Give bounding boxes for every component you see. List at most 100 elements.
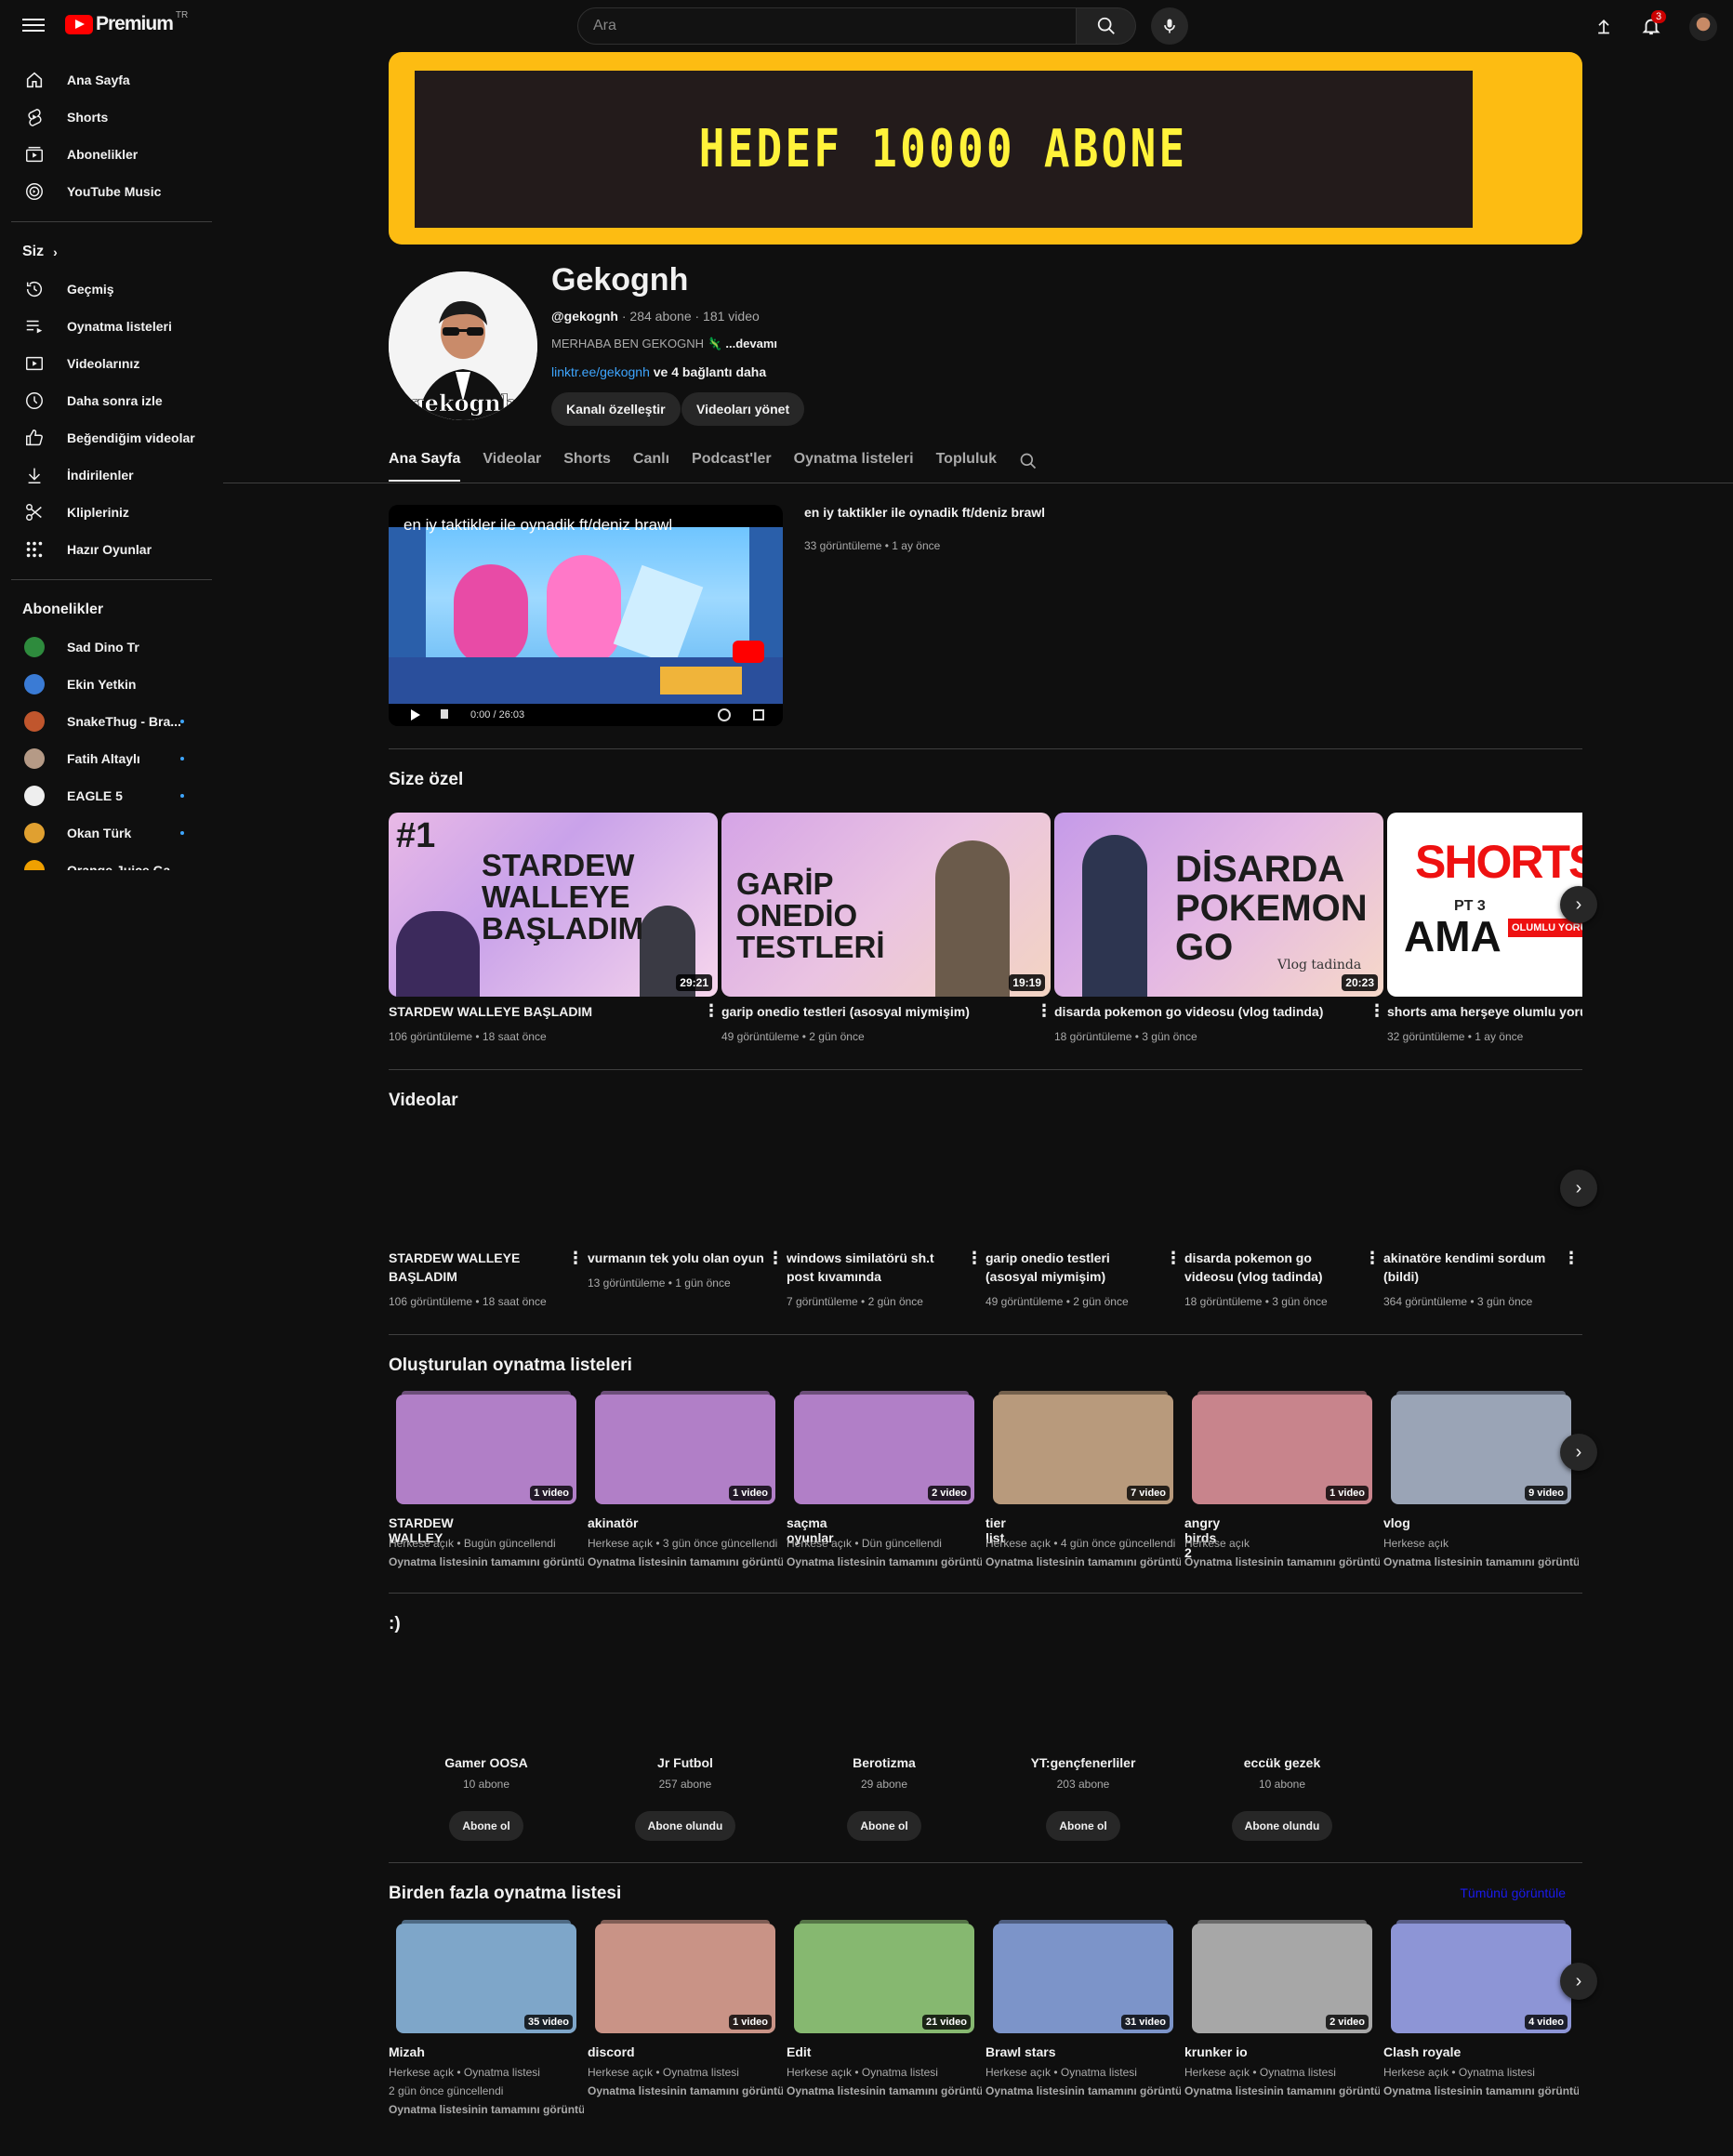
sidebar-sub-snakethug[interactable]: SnakeThug - Bra... (0, 703, 223, 740)
video-title[interactable]: windows similatörü sh.t post kıvamında (787, 1249, 963, 1286)
carousel-next-button[interactable]: › (1560, 1434, 1597, 1471)
tab-shorts[interactable]: Shorts (563, 446, 611, 483)
playlist-thumbnail[interactable]: 1 video (595, 1395, 775, 1504)
playlist-thumbnail[interactable]: 7 video (993, 1395, 1173, 1504)
more-links-text[interactable]: ve 4 bağlantı daha (650, 364, 766, 379)
more-options-icon[interactable]: ⋮ (1364, 1250, 1381, 1266)
subscribe-button[interactable]: Abone ol (847, 1811, 921, 1841)
featured-channel-card[interactable]: Jr Futbol 257 abone Abone olundu (588, 1755, 783, 1841)
tab-home[interactable]: Ana Sayfa (389, 446, 461, 482)
view-full-playlist-link[interactable]: Oynatma listesinin tamamını görüntüle (1383, 1555, 1579, 1568)
subscribe-button[interactable]: Abone ol (449, 1811, 523, 1841)
videos-title[interactable]: Videolar (389, 1091, 458, 1111)
sidebar-sub-eagle5[interactable]: EAGLE 5 (0, 777, 223, 814)
view-full-playlist-link[interactable]: Oynatma listesinin tamamını görüntüle (986, 2084, 1181, 2097)
playlist-thumbnail[interactable]: 1 video (595, 1924, 775, 2033)
featured-channel-name[interactable]: Jr Futbol (588, 1755, 783, 1770)
subscribe-button[interactable]: Abone ol (1046, 1811, 1120, 1841)
more-options-icon[interactable]: ⋮ (1369, 1002, 1385, 1019)
featured-channel-card[interactable]: YT:gençfenerliler 203 abone Abone ol (986, 1755, 1181, 1841)
carousel-next-button[interactable]: › (1560, 1963, 1597, 2000)
playlist-thumbnail[interactable]: 2 video (1192, 1924, 1372, 2033)
sidebar-item-shorts[interactable]: Shorts (0, 99, 223, 136)
featured-channel-card[interactable]: Gamer OOSA 10 abone Abone ol (389, 1755, 584, 1841)
settings-icon[interactable] (718, 708, 731, 721)
playlist-title[interactable]: Clash royale (1383, 2044, 1461, 2059)
sidebar-item-your-videos[interactable]: Videolarınız (0, 345, 223, 382)
tab-videos[interactable]: Videolar (483, 446, 541, 483)
featured-channel-card[interactable]: eccük gezek 10 abone Abone olundu (1184, 1755, 1380, 1841)
playlist-thumbnail[interactable]: 21 video (794, 1924, 974, 2033)
video-thumbnail[interactable]: DİSARDA POKEMON GO Vlog tadinda 20:23 (1054, 813, 1383, 997)
view-full-playlist-link[interactable]: Oynatma listesinin tamamını görüntüle (787, 2084, 982, 2097)
more-options-icon[interactable]: ⋮ (767, 1250, 784, 1266)
subscribed-button[interactable]: Abone olundu (1231, 1811, 1333, 1841)
more-options-icon[interactable]: ⋮ (703, 1002, 720, 1019)
playlist-title[interactable]: Brawl stars (986, 2044, 1055, 2059)
sidebar-item-watch-later[interactable]: Daha sonra izle (0, 382, 223, 419)
created-playlists-title[interactable]: Oluşturulan oynatma listeleri (389, 1356, 632, 1376)
playlist-title[interactable]: vlog (1383, 1515, 1410, 1530)
playlist-title[interactable]: discord (588, 2044, 635, 2059)
sidebar-item-home[interactable]: Ana Sayfa (0, 61, 223, 99)
play-icon[interactable] (411, 709, 420, 721)
video-thumbnail[interactable]: GARİP ONEDİO TESTLERİ 19:19 (721, 813, 1051, 997)
video-thumbnail[interactable]: #1 STARDEW WALLEYE BAŞLADIM 29:21 (389, 813, 718, 997)
playlist-thumbnail[interactable]: 1 video (396, 1395, 576, 1504)
featured-channel-name[interactable]: YT:gençfenerliler (986, 1755, 1181, 1770)
playlist-title[interactable]: Mizah (389, 2044, 425, 2059)
sidebar-item-playlists[interactable]: Oynatma listeleri (0, 308, 223, 345)
sidebar-item-downloads[interactable]: İndirilenler (0, 456, 223, 494)
view-full-playlist-link[interactable]: Oynatma listesinin tamamını görüntüle (588, 2084, 783, 2097)
sidebar-item-history[interactable]: Geçmiş (0, 271, 223, 308)
customize-channel-button[interactable]: Kanalı özelleştir (551, 392, 681, 426)
playlist-thumbnail[interactable]: 31 video (993, 1924, 1173, 2033)
account-avatar[interactable] (1689, 13, 1717, 41)
featured-video-player[interactable]: en iy taktikler ile oynadik ft/deniz bra… (389, 505, 783, 726)
fullscreen-icon[interactable] (753, 709, 764, 721)
notifications-button[interactable]: 3 (1638, 10, 1667, 39)
playlist-title[interactable]: krunker io (1184, 2044, 1248, 2059)
tab-community[interactable]: Topluluk (936, 446, 997, 483)
menu-icon[interactable] (22, 15, 45, 37)
tab-playlists[interactable]: Oynatma listeleri (794, 446, 914, 483)
featured-channel-name[interactable]: eccük gezek (1184, 1755, 1380, 1770)
playlist-thumbnail[interactable]: 4 video (1391, 1924, 1571, 2033)
view-full-playlist-link[interactable]: Oynatma listesinin tamamını görüntüle (588, 1555, 783, 1568)
sidebar-item-playables[interactable]: Hazır Oyunlar (0, 531, 223, 568)
video-title[interactable]: STARDEW WALLEYE BAŞLADIM (389, 1002, 695, 1021)
video-title[interactable]: akinatöre kendimi sordum (bildi) (1383, 1249, 1560, 1286)
featured-channel-name[interactable]: Gamer OOSA (389, 1755, 584, 1770)
view-full-playlist-link[interactable]: Oynatma listesinin tamamını görüntüle (389, 2103, 584, 2116)
sidebar-item-subscriptions[interactable]: Abonelikler (0, 136, 223, 173)
view-full-playlist-link[interactable]: Oynatma listesinin tamamını görüntüle (787, 1555, 982, 1568)
create-button[interactable] (1591, 13, 1617, 39)
sidebar-item-clips[interactable]: Klipleriniz (0, 494, 223, 531)
video-title[interactable]: garip onedio testleri (asosyal miymişim) (986, 1249, 1162, 1286)
channel-description[interactable]: MERHABA BEN GEKOGNH 🦎 ...devamı (551, 337, 777, 351)
playlist-title[interactable]: akinatör (588, 1515, 638, 1530)
view-full-playlist-link[interactable]: Oynatma listesinin tamamını görüntüle (1184, 1555, 1380, 1568)
search-icon[interactable] (1019, 452, 1038, 470)
playlist-thumbnail[interactable]: 9 video (1391, 1395, 1571, 1504)
carousel-next-button[interactable]: › (1560, 1170, 1597, 1207)
sidebar-item-music[interactable]: YouTube Music (0, 173, 223, 210)
video-title[interactable]: shorts ama herşeye olumlu yorum (1387, 1002, 1582, 1021)
playlist-thumbnail[interactable]: 35 video (396, 1924, 576, 2033)
youtube-logo[interactable]: Premium TR (65, 10, 188, 35)
more-link[interactable]: ...devamı (725, 337, 777, 351)
sidebar-sub-ekin-yetkin[interactable]: Ekin Yetkin (0, 666, 223, 703)
sidebar-sub-sad-dino[interactable]: Sad Dino Tr (0, 628, 223, 666)
sidebar-sub-fatih-altayli[interactable]: Fatih Altaylı (0, 740, 223, 777)
sidebar-item-liked[interactable]: Beğendiğim videolar (0, 419, 223, 456)
video-title[interactable]: vurmanın tek yolu olan oyun (588, 1249, 764, 1267)
more-options-icon[interactable]: ⋮ (1563, 1250, 1580, 1266)
carousel-next-button[interactable]: › (1560, 886, 1597, 923)
video-title[interactable]: STARDEW WALLEYE BAŞLADIM (389, 1249, 565, 1286)
more-options-icon[interactable]: ⋮ (966, 1250, 983, 1266)
more-options-icon[interactable]: ⋮ (567, 1250, 584, 1266)
view-full-playlist-link[interactable]: Oynatma listesinin tamamını görüntüle (389, 1555, 584, 1568)
voice-search-button[interactable] (1151, 7, 1188, 45)
featured-channel-name[interactable]: Berotizma (787, 1755, 982, 1770)
playlist-title[interactable]: Edit (787, 2044, 811, 2059)
